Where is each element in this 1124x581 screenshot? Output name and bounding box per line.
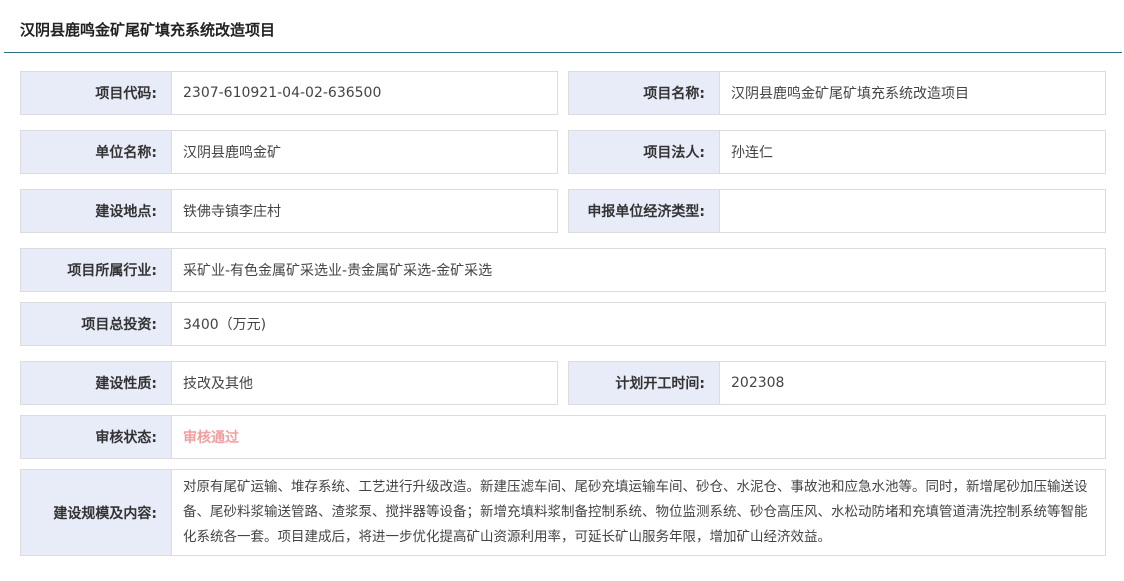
economic-type-value (719, 190, 1105, 232)
row-nature-start: 建设性质: 技改及其他 计划开工时间: 202308 (20, 361, 1106, 405)
construction-nature-value: 技改及其他 (171, 362, 557, 404)
planned-start-label: 计划开工时间: (569, 362, 719, 404)
project-name-label: 项目名称: (569, 72, 719, 114)
field-economic-type: 申报单位经济类型: (568, 189, 1106, 233)
row-unit-legal: 单位名称: 汉阴县鹿鸣金矿 项目法人: 孙连仁 (20, 130, 1106, 174)
field-unit-name: 单位名称: 汉阴县鹿鸣金矿 (20, 130, 558, 174)
field-project-code: 项目代码: 2307-610921-04-02-636500 (20, 71, 558, 115)
field-industry: 项目所属行业: 采矿业-有色金属矿采选业-贵金属矿采选-金矿采选 (20, 248, 1106, 292)
row-scale-content: 建设规模及内容: 对原有尾矿运输、堆存系统、工艺进行升级改造。新建压滤车间、尾砂… (20, 469, 1106, 556)
field-planned-start: 计划开工时间: 202308 (568, 361, 1106, 405)
project-name-value: 汉阴县鹿鸣金矿尾矿填充系统改造项目 (719, 72, 1105, 114)
economic-type-label: 申报单位经济类型: (569, 190, 719, 232)
project-code-label: 项目代码: (21, 72, 171, 114)
field-scale-content: 建设规模及内容: 对原有尾矿运输、堆存系统、工艺进行升级改造。新建压滤车间、尾砂… (20, 469, 1106, 556)
field-location: 建设地点: 铁佛寺镇李庄村 (20, 189, 558, 233)
field-construction-nature: 建设性质: 技改及其他 (20, 361, 558, 405)
field-total-investment: 项目总投资: 3400（万元) (20, 302, 1106, 346)
construction-nature-label: 建设性质: (21, 362, 171, 404)
unit-name-label: 单位名称: (21, 131, 171, 173)
location-value: 铁佛寺镇李庄村 (171, 190, 557, 232)
row-review-status: 审核状态: 审核通过 (20, 415, 1106, 459)
field-review-status: 审核状态: 审核通过 (20, 415, 1106, 459)
industry-label: 项目所属行业: (21, 249, 171, 291)
planned-start-value: 202308 (719, 362, 1105, 404)
review-status-label: 审核状态: (21, 416, 171, 458)
field-project-name: 项目名称: 汉阴县鹿鸣金矿尾矿填充系统改造项目 (568, 71, 1106, 115)
row-industry: 项目所属行业: 采矿业-有色金属矿采选业-贵金属矿采选-金矿采选 (20, 248, 1106, 292)
unit-name-value: 汉阴县鹿鸣金矿 (171, 131, 557, 173)
legal-person-value: 孙连仁 (719, 131, 1105, 173)
location-label: 建设地点: (21, 190, 171, 232)
legal-person-label: 项目法人: (569, 131, 719, 173)
industry-value: 采矿业-有色金属矿采选业-贵金属矿采选-金矿采选 (171, 249, 1105, 291)
total-investment-label: 项目总投资: (21, 303, 171, 345)
project-code-value: 2307-610921-04-02-636500 (171, 72, 557, 114)
title-divider (4, 52, 1122, 53)
scale-content-label: 建设规模及内容: (21, 470, 171, 555)
row-code-name: 项目代码: 2307-610921-04-02-636500 项目名称: 汉阴县… (20, 71, 1106, 115)
row-location-type: 建设地点: 铁佛寺镇李庄村 申报单位经济类型: (20, 189, 1106, 233)
review-status-badge: 审核通过 (171, 416, 1105, 458)
field-legal-person: 项目法人: 孙连仁 (568, 130, 1106, 174)
total-investment-value: 3400（万元) (171, 303, 1105, 345)
page-title: 汉阴县鹿鸣金矿尾矿填充系统改造项目 (20, 21, 276, 39)
row-investment: 项目总投资: 3400（万元) (20, 302, 1106, 346)
scale-content-value: 对原有尾矿运输、堆存系统、工艺进行升级改造。新建压滤车间、尾砂充填运输车间、砂仓… (171, 470, 1105, 555)
